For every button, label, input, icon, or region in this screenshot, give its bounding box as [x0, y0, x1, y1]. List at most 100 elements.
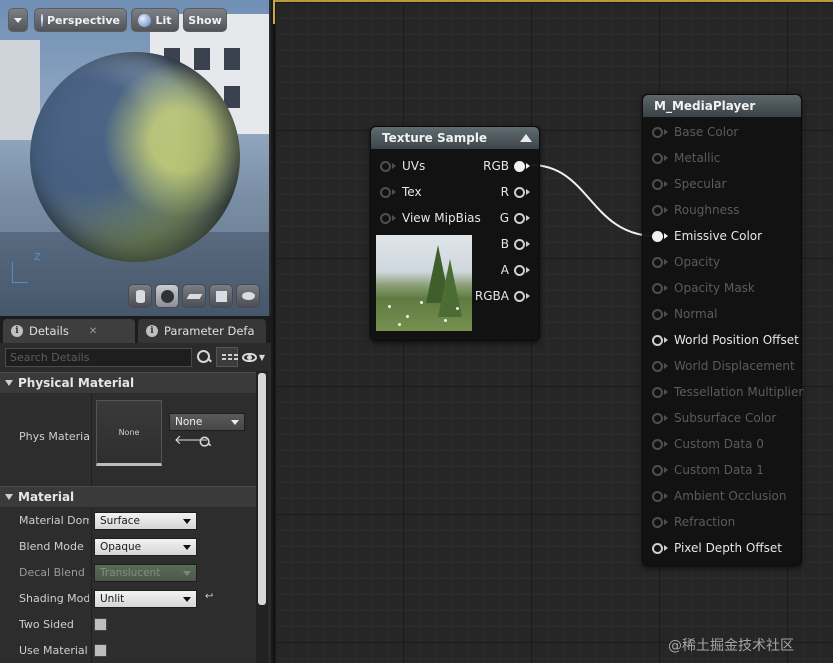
output-pin-r[interactable]: R	[501, 183, 530, 201]
decal-blend-mode-dropdown: Translucent	[94, 564, 197, 582]
pin-label: Roughness	[674, 203, 740, 217]
chevron-down-icon	[183, 544, 191, 550]
input-pin-uvs[interactable]: UVs	[380, 157, 425, 175]
material-input-pin[interactable]: Pixel Depth Offset	[652, 539, 782, 557]
pin-circle-icon	[652, 230, 663, 242]
material-input-pin[interactable]: Custom Data 1	[652, 461, 764, 479]
pin-circle-icon	[514, 238, 525, 250]
output-pin-rgb[interactable]: RGB	[483, 157, 530, 175]
perspective-button[interactable]: Perspective	[34, 8, 127, 32]
output-pin-a[interactable]: A	[501, 261, 530, 279]
material-input-pin[interactable]: World Position Offset	[652, 331, 799, 349]
tab-parameter-defaults[interactable]: i Parameter Defa	[138, 319, 266, 343]
use-material-attributes-checkbox[interactable]	[94, 644, 107, 657]
pin-circle-icon	[380, 212, 391, 224]
material-input-pin[interactable]: Normal	[652, 305, 717, 323]
show-button[interactable]: Show	[183, 8, 227, 32]
search-icon[interactable]	[196, 349, 212, 365]
search-details-input[interactable]	[5, 347, 193, 367]
input-pin-tex[interactable]: Tex	[380, 183, 422, 201]
pin-label: G	[499, 211, 509, 225]
pin-circle-icon	[514, 160, 525, 172]
viewport-menu-button[interactable]	[8, 8, 28, 32]
pin-circle-icon	[652, 360, 663, 372]
pin-circle-icon	[514, 212, 525, 224]
material-preview-viewport[interactable]: Perspective Lit Show Z	[0, 0, 271, 316]
pin-label: Opacity Mask	[674, 281, 755, 295]
pin-circle-icon	[652, 464, 663, 476]
texture-sample-header[interactable]: Texture Sample	[371, 127, 539, 149]
property-row-blend-mode: Blend Mode Opaque	[0, 534, 256, 560]
camera-icon	[41, 13, 43, 27]
material-input-pin[interactable]: Emissive Color	[652, 227, 762, 245]
decal-blend-mode-label: Decal Blend M	[19, 566, 89, 579]
texture-sample-node[interactable]: Texture Sample UVs Tex View MipBias RGB …	[370, 126, 540, 341]
material-input-pin[interactable]: Opacity Mask	[652, 279, 755, 297]
browse-search-icon[interactable]	[199, 436, 211, 448]
reset-to-default-icon[interactable]: ↩	[205, 591, 213, 602]
details-search-row: ▼	[0, 343, 271, 371]
details-panel: i Details ✕ i Parameter Defa ▼ Physical …	[0, 316, 271, 663]
lit-button[interactable]: Lit	[131, 8, 179, 32]
material-input-pin[interactable]: Custom Data 0	[652, 435, 764, 453]
pin-label: Tex	[402, 185, 422, 199]
material-header: Material	[18, 490, 75, 504]
material-input-pin[interactable]: Metallic	[652, 149, 720, 167]
material-input-pin[interactable]: Refraction	[652, 513, 735, 531]
pin-label: Emissive Color	[674, 229, 763, 243]
physical-material-category[interactable]: Physical Material	[0, 372, 256, 393]
preview-plane-button[interactable]	[182, 284, 206, 308]
preview-custom-mesh-button[interactable]	[236, 284, 260, 308]
pin-label: Base Color	[674, 125, 739, 139]
close-icon[interactable]: ✕	[89, 326, 97, 337]
property-row-use-material-attributes: Use Material A	[0, 638, 256, 663]
tab-details[interactable]: i Details ✕	[3, 319, 135, 343]
pin-circle-icon	[514, 264, 525, 276]
material-category[interactable]: Material	[0, 486, 256, 507]
material-input-pin[interactable]: Roughness	[652, 201, 739, 219]
input-pin-view-mipbias[interactable]: View MipBias	[380, 209, 481, 227]
collapse-arrow-icon[interactable]	[520, 134, 532, 142]
material-result-header[interactable]: M_MediaPlayer	[643, 95, 801, 117]
material-input-pin[interactable]: Base Color	[652, 123, 738, 141]
material-input-pin[interactable]: World Displacement	[652, 357, 795, 375]
pin-label: Specular	[674, 177, 727, 191]
phys-material-dropdown[interactable]: None	[169, 413, 245, 431]
preview-cylinder-button[interactable]	[128, 284, 152, 308]
output-pin-g[interactable]: G	[500, 209, 530, 227]
preview-sphere-button[interactable]	[155, 284, 179, 308]
pin-circle-icon	[652, 308, 663, 320]
pin-label: Custom Data 1	[674, 463, 764, 477]
material-input-pin[interactable]: Ambient Occlusion	[652, 487, 786, 505]
material-input-pin[interactable]: Specular	[652, 175, 726, 193]
output-pin-rgba[interactable]: RGBA	[475, 287, 530, 305]
chevron-down-icon	[183, 570, 191, 576]
material-domain-dropdown[interactable]: Surface	[94, 512, 197, 530]
material-result-node[interactable]: M_MediaPlayer Base Color Metallic Specular…	[642, 94, 803, 566]
pin-circle-icon	[652, 516, 663, 528]
thumbnail-none-text: None	[118, 427, 140, 437]
cylinder-icon	[135, 289, 145, 303]
two-sided-checkbox[interactable]	[94, 618, 107, 631]
property-matrix-icon[interactable]	[215, 347, 238, 367]
blend-mode-dropdown[interactable]: Opaque	[94, 538, 197, 556]
pin-label: RGBA	[474, 289, 509, 303]
phys-material-thumbnail[interactable]: None	[96, 400, 162, 466]
material-input-pin[interactable]: Tessellation Multiplier	[652, 383, 803, 401]
shading-model-dropdown[interactable]: Unlit	[94, 590, 197, 608]
info-icon: i	[11, 325, 23, 337]
shading-model-value: Unlit	[100, 593, 125, 605]
output-pin-b[interactable]: B	[501, 235, 530, 253]
details-scrollbar[interactable]	[256, 371, 268, 663]
pin-label: Metallic	[674, 151, 721, 165]
pin-label: Normal	[674, 307, 718, 321]
pin-circle-icon	[652, 152, 663, 164]
material-input-pin[interactable]: Subsurface Color	[652, 409, 776, 427]
decal-blend-mode-value: Translucent	[100, 567, 161, 579]
preview-cube-button[interactable]	[209, 284, 233, 308]
pin-circle-icon	[380, 186, 391, 198]
material-input-pin[interactable]: Opacity	[652, 253, 720, 271]
material-domain-label: Material Doma	[19, 514, 89, 527]
view-options-eye-icon[interactable]: ▼	[241, 352, 267, 362]
scrollbar-thumb[interactable]	[258, 373, 266, 605]
